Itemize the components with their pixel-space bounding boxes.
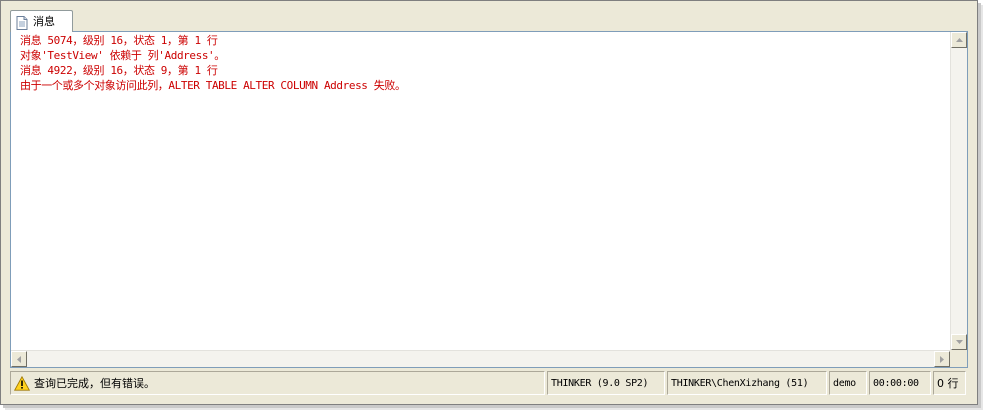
message-line: 消息 4922，级别 16，状态 9，第 1 行 — [20, 64, 218, 77]
status-server: THINKER (9.0 SP2) — [547, 371, 665, 395]
warning-icon — [14, 375, 30, 391]
tab-messages-label: 消息 — [33, 14, 55, 28]
status-bar: 查询已完成，但有错误。 THINKER (9.0 SP2) THINKER\Ch… — [10, 371, 968, 397]
results-window: 消息 消息 5074，级别 16，状态 1，第 1 行 对象'TestView'… — [0, 0, 978, 405]
status-elapsed-time: 00:00:00 — [869, 371, 931, 395]
scroll-up-button[interactable] — [951, 32, 967, 48]
scrollbar-corner — [950, 350, 967, 367]
status-row-count: 0 行 — [933, 371, 966, 395]
horizontal-scrollbar[interactable] — [11, 350, 950, 367]
message-line: 消息 5074，级别 16，状态 1，第 1 行 — [20, 34, 218, 47]
document-icon — [16, 15, 28, 30]
arrow-right-icon — [940, 355, 944, 363]
status-database: demo — [829, 371, 867, 395]
scroll-down-button[interactable] — [951, 334, 967, 350]
arrow-up-icon — [955, 38, 963, 42]
status-user: THINKER\ChenXizhang (51) — [667, 371, 827, 395]
status-text: 查询已完成，但有错误。 — [34, 377, 155, 390]
messages-text: 消息 5074，级别 16，状态 1，第 1 行 对象'TestView' 依赖… — [20, 33, 945, 347]
status-message: 查询已完成，但有错误。 — [10, 371, 545, 395]
tab-messages[interactable]: 消息 — [10, 10, 73, 32]
arrow-down-icon — [955, 340, 963, 344]
message-line: 对象'TestView' 依赖于 列'Address'。 — [20, 49, 225, 62]
scroll-left-button[interactable] — [11, 351, 27, 367]
message-line: 由于一个或多个对象访问此列，ALTER TABLE ALTER COLUMN A… — [20, 79, 406, 92]
vertical-scrollbar[interactable] — [950, 32, 967, 350]
arrow-left-icon — [17, 355, 21, 363]
messages-pane[interactable]: 消息 5074，级别 16，状态 1，第 1 行 对象'TestView' 依赖… — [10, 31, 968, 368]
scroll-right-button[interactable] — [934, 351, 950, 367]
